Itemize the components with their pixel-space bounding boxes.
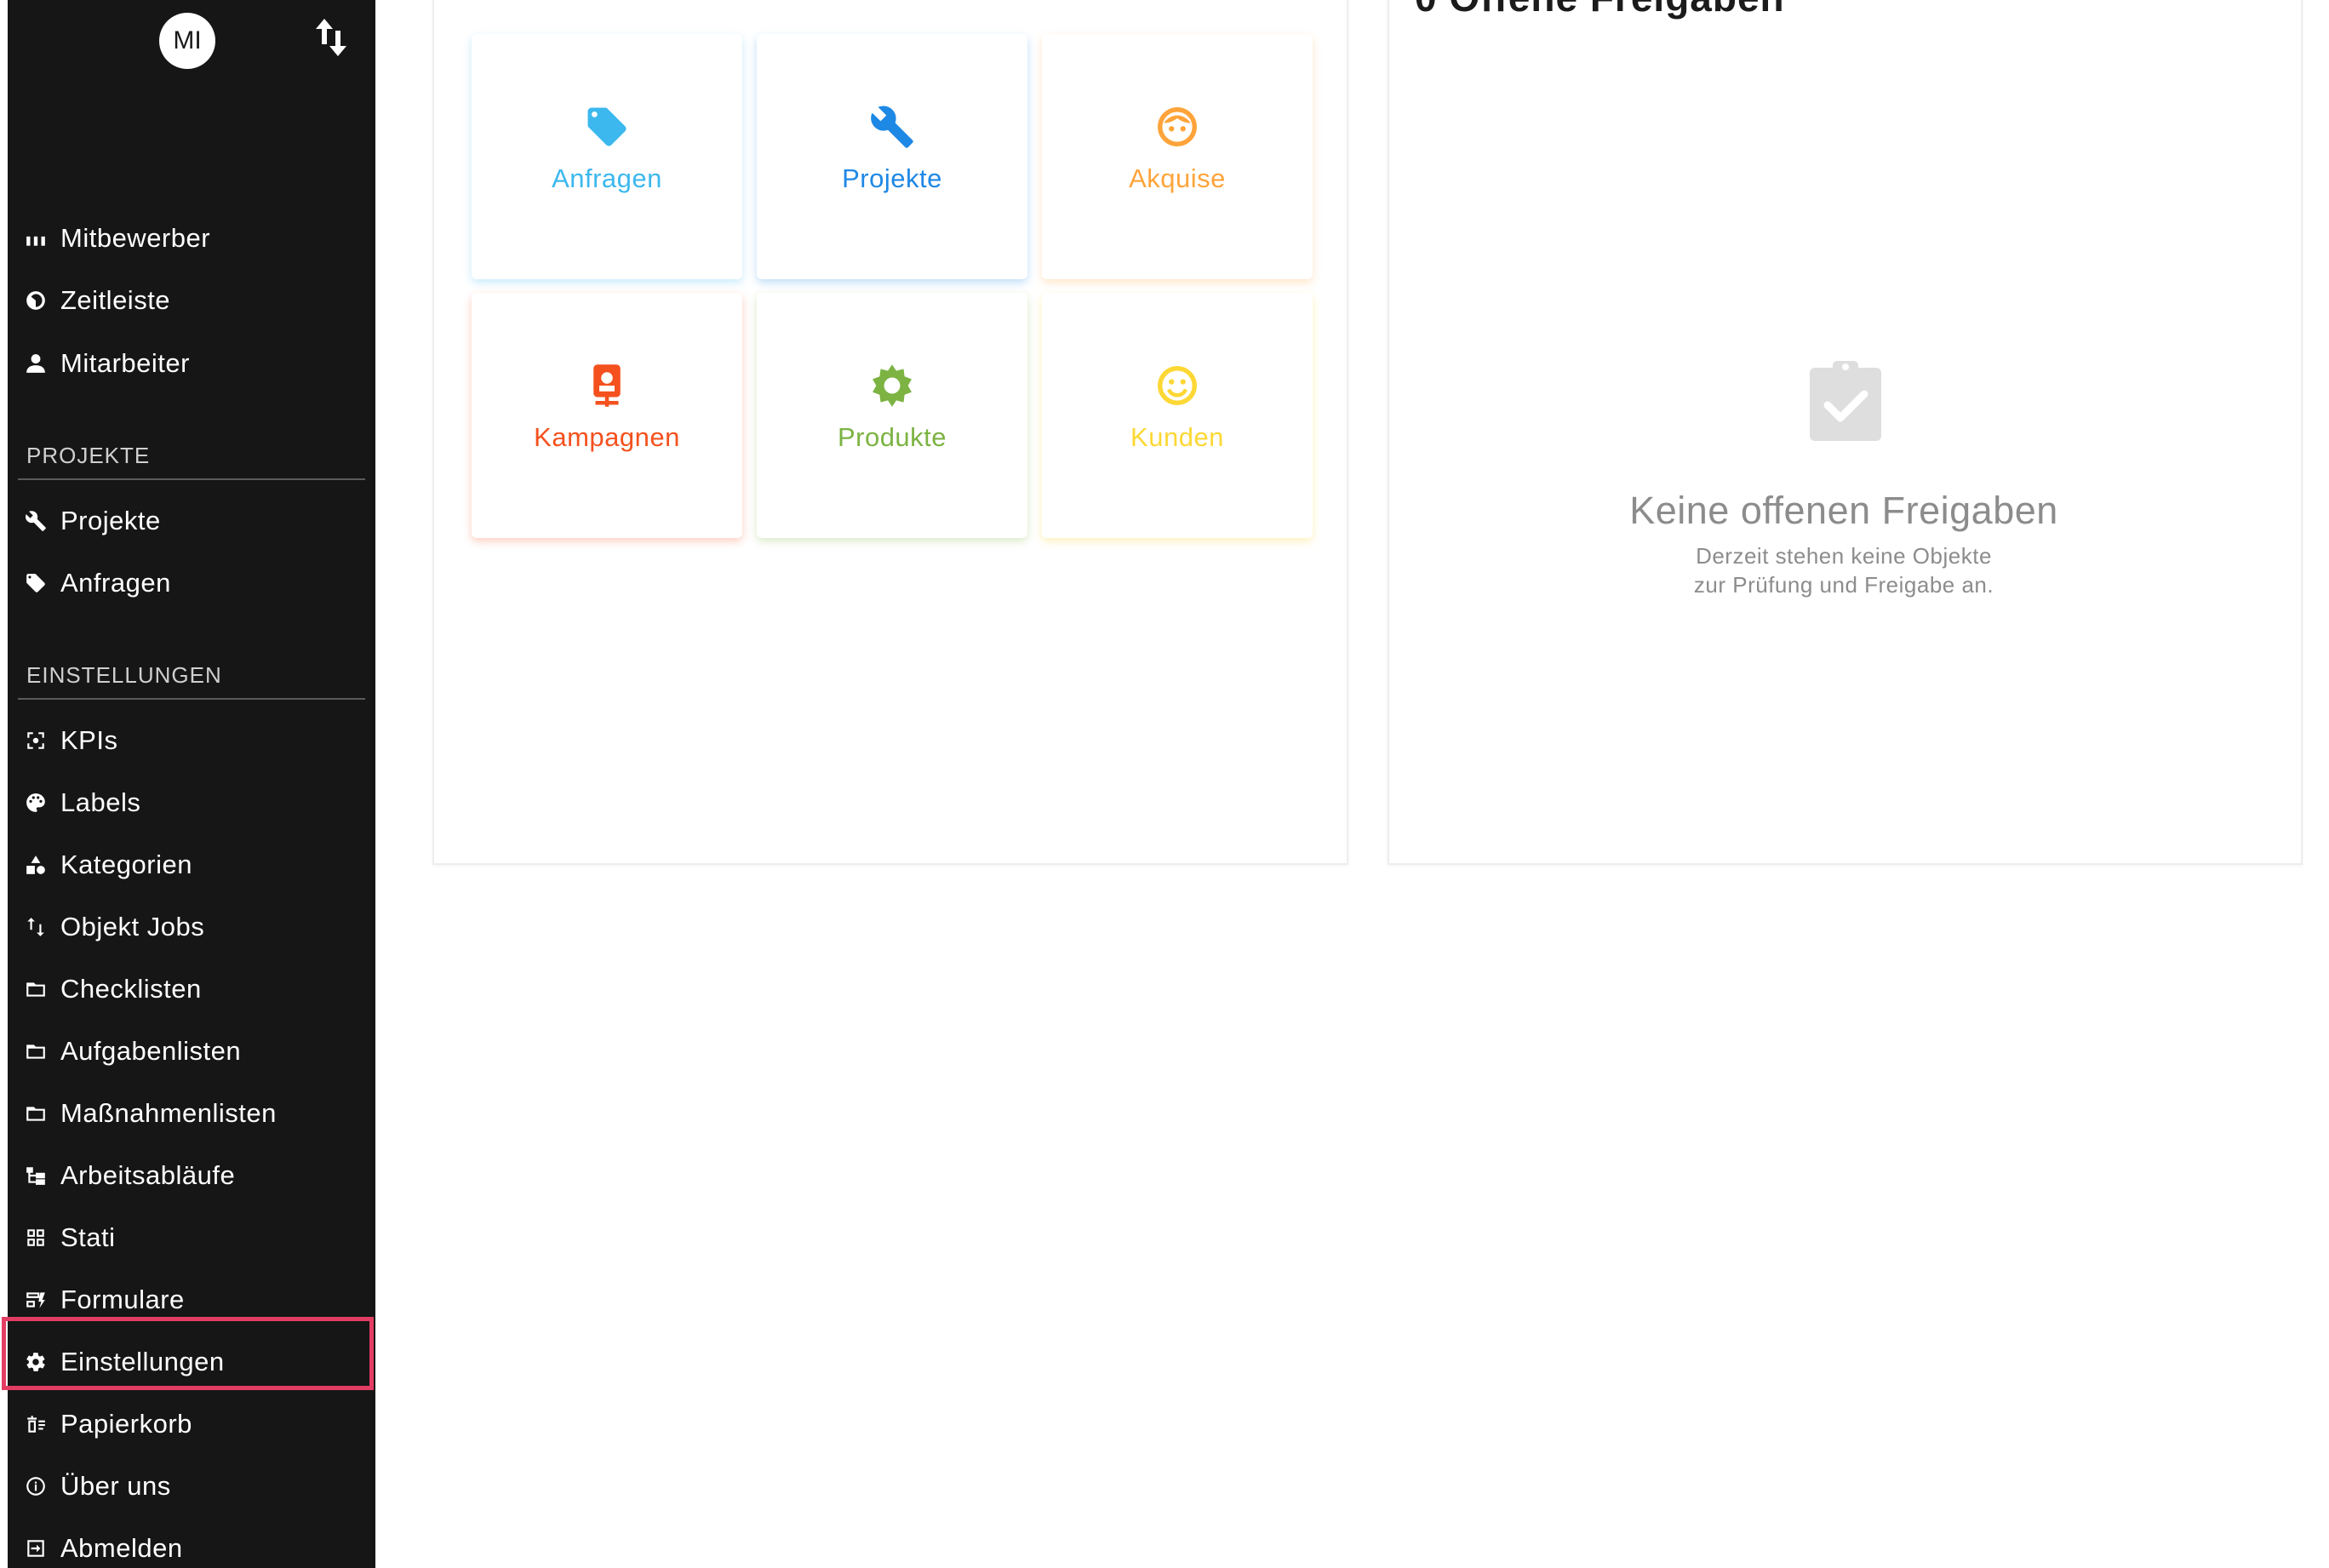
sidebar-item-label: Zeitleiste [60, 285, 171, 315]
sidebar-item-anfragen[interactable]: Anfragen [25, 559, 365, 607]
info-icon [25, 1475, 47, 1497]
swap-icon[interactable] [314, 17, 348, 58]
sidebar-item-aufgabenlisten[interactable]: Aufgabenlisten [25, 1027, 365, 1075]
tile-anfragen[interactable]: Anfragen [472, 34, 742, 279]
sidebar-item-label: Arbeitsabläufe [60, 1160, 236, 1190]
sidebar-item-label: Anfragen [60, 568, 171, 598]
sidebar-item-label: Mitarbeiter [60, 348, 190, 378]
person-icon [25, 352, 47, 375]
empty-state-title: Keine offenen Freigaben [1629, 489, 2058, 532]
tile-label: Projekte [842, 163, 942, 193]
section-label-projekte: PROJEKTE [26, 443, 151, 468]
sidebar-item-massnahmenlisten[interactable]: Maßnahmenlisten [25, 1090, 365, 1137]
empty-state-text: Derzeit stehen keine Objekte [1696, 543, 1992, 569]
folder-icon [25, 1040, 47, 1062]
avatar[interactable]: MI [159, 13, 215, 69]
tile-label: Produkte [837, 422, 947, 452]
clipboard-check-icon [1810, 361, 1881, 441]
sidebar-item-ueber-uns[interactable]: Über uns [25, 1462, 365, 1510]
workflow-icon [25, 1165, 47, 1187]
sidebar-item-label: Objekt Jobs [60, 912, 205, 941]
sidebar-item-stati[interactable]: Stati [25, 1214, 365, 1262]
shortcuts-panel: Anfragen Projekte Akquise Kampagnen Prod… [432, 0, 1348, 865]
sidebar-item-label: Stati [60, 1222, 116, 1252]
swap-icon [25, 916, 47, 938]
highlight-einstellungen [2, 1317, 374, 1390]
palette-icon [25, 792, 47, 814]
sidebar-item-zeitleiste[interactable]: Zeitleiste [25, 277, 365, 324]
tile-kampagnen[interactable]: Kampagnen [472, 293, 742, 538]
sidebar-item-label: Maßnahmenlisten [60, 1098, 277, 1128]
tile-akquise[interactable]: Akquise [1042, 34, 1313, 279]
tile-label: Kunden [1130, 422, 1224, 452]
wrench-icon [869, 104, 915, 150]
sidebar-item-labels[interactable]: Labels [25, 779, 365, 827]
sidebar-item-label: Papierkorb [60, 1409, 192, 1439]
sidebar-item-objekt-jobs[interactable]: Objekt Jobs [25, 903, 365, 951]
section-label-einstellungen: EINSTELLUNGEN [26, 662, 222, 688]
divider [18, 698, 365, 700]
sidebar-item-label: Aufgabenlisten [60, 1036, 242, 1066]
divider [18, 478, 365, 480]
sidebar-item-label: Kategorien [60, 850, 192, 879]
sidebar-item-mitarbeiter[interactable]: Mitarbeiter [25, 340, 365, 387]
sidebar-item-checklisten[interactable]: Checklisten [25, 965, 365, 1013]
folder-icon [25, 1102, 47, 1124]
sidebar-item-label: Über uns [60, 1471, 171, 1501]
empty-state-text: zur Prüfung und Freigabe an. [1693, 572, 1994, 598]
trash-icon [25, 1413, 47, 1435]
gear-icon [869, 363, 915, 409]
sidebar-item-papierkorb[interactable]: Papierkorb [25, 1400, 365, 1448]
sidebar-item-label: Abmelden [60, 1533, 183, 1563]
campaign-icon [584, 363, 630, 409]
grid-icon [25, 1227, 47, 1249]
wrench-icon [25, 510, 47, 532]
tile-label: Anfragen [552, 163, 662, 193]
approvals-title: 0 Offene Freigaben [1415, 0, 1785, 20]
tag-icon [584, 104, 630, 150]
logout-icon [25, 1537, 47, 1559]
tile-kunden[interactable]: Kunden [1042, 293, 1313, 538]
sidebar-item-label: Labels [60, 787, 141, 817]
tag-icon [25, 572, 47, 594]
sidebar-item-projekte[interactable]: Projekte [25, 497, 365, 545]
sidebar-item-abmelden[interactable]: Abmelden [25, 1525, 365, 1568]
sidebar-item-label: Projekte [60, 506, 161, 535]
competitors-icon [25, 227, 47, 249]
shapes-icon [25, 854, 47, 876]
tile-produkte[interactable]: Produkte [757, 293, 1027, 538]
smile-icon [1154, 363, 1200, 409]
sidebar-item-label: KPIs [60, 725, 118, 755]
sidebar-item-kpis[interactable]: KPIs [25, 717, 365, 764]
sidebar-item-label: Checklisten [60, 974, 202, 1004]
kpi-icon [25, 730, 47, 752]
tile-label: Akquise [1129, 163, 1226, 193]
sidebar-header: MI [8, 0, 375, 228]
tile-projekte[interactable]: Projekte [757, 34, 1027, 279]
tile-label: Kampagnen [534, 422, 680, 452]
sidebar-item-kategorien[interactable]: Kategorien [25, 841, 365, 889]
face-icon [1154, 104, 1200, 150]
folder-icon [25, 978, 47, 1000]
sidebar-item-label: Formulare [60, 1285, 185, 1314]
sidebar-item-arbeitsablaeufe[interactable]: Arbeitsabläufe [25, 1152, 365, 1199]
form-icon [25, 1289, 47, 1311]
timeline-icon [25, 289, 47, 312]
